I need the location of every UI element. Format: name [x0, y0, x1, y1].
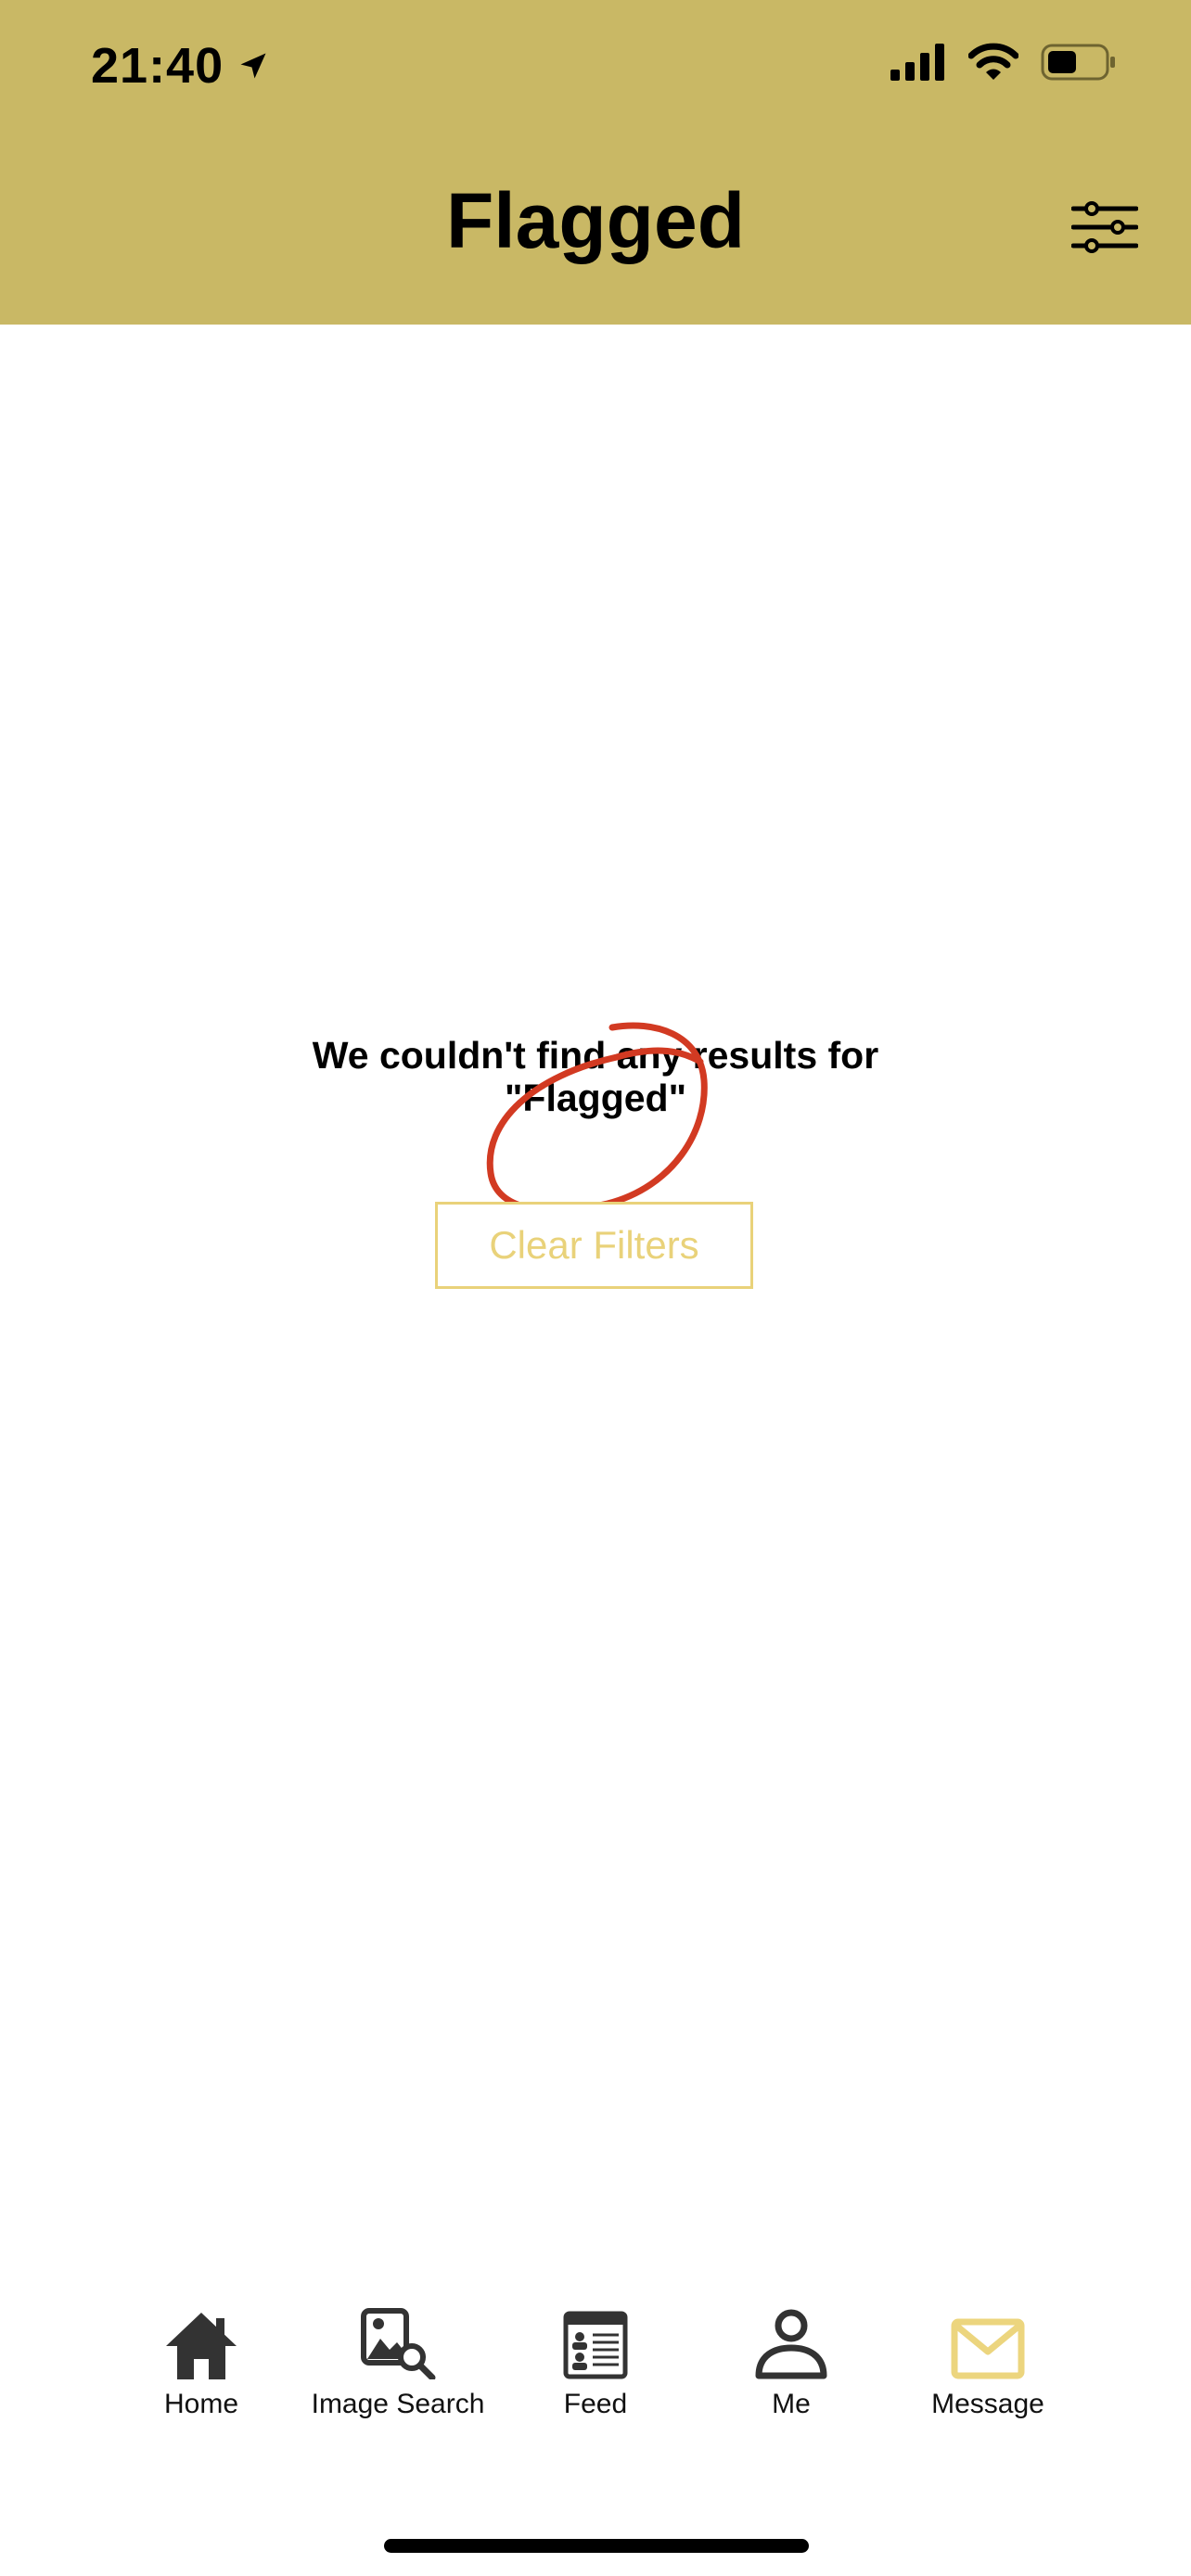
tab-message-label: Message	[931, 2389, 1044, 2419]
envelope-icon	[951, 2318, 1025, 2379]
tab-me-label: Me	[772, 2389, 811, 2419]
tab-home-label: Home	[163, 2389, 239, 2419]
home-icon	[166, 2313, 237, 2379]
page-title: Flagged	[445, 177, 745, 264]
clear-filters-button[interactable]: Clear Filters	[435, 1202, 753, 1289]
empty-state-message: We couldn't find any results for "Flagge…	[223, 1034, 968, 1119]
header-bar: 21:40 Flagged	[0, 0, 1191, 325]
status-bar-right	[890, 43, 1117, 82]
feed-icon	[563, 2311, 628, 2379]
home-indicator[interactable]	[384, 2539, 809, 2553]
signal-icon	[890, 44, 944, 81]
person-icon	[755, 2309, 827, 2379]
tab-feed[interactable]: Feed	[493, 2300, 698, 2439]
filter-button[interactable]	[1070, 199, 1139, 255]
battery-icon	[1041, 44, 1115, 81]
image-search-icon	[361, 2308, 436, 2379]
empty-state-query: "Flagged"	[504, 1077, 687, 1119]
location-arrow-icon	[240, 53, 266, 79]
tab-image-search[interactable]: Image Search	[296, 2300, 500, 2439]
status-time-text: 21:40	[91, 38, 224, 94]
wifi-icon	[968, 43, 1018, 80]
tab-bar: Home Image Search Feed Me Message	[0, 2300, 1191, 2448]
tab-feed-label: Feed	[563, 2389, 628, 2419]
tab-message[interactable]: Message	[886, 2300, 1090, 2439]
status-bar-time: 21:40	[91, 37, 270, 95]
empty-state-line1: We couldn't find any results for	[312, 1034, 879, 1077]
tab-me[interactable]: Me	[689, 2300, 893, 2439]
sliders-icon	[1070, 201, 1139, 253]
tab-image-search-label: Image Search	[311, 2389, 485, 2419]
tab-home[interactable]: Home	[99, 2300, 303, 2439]
